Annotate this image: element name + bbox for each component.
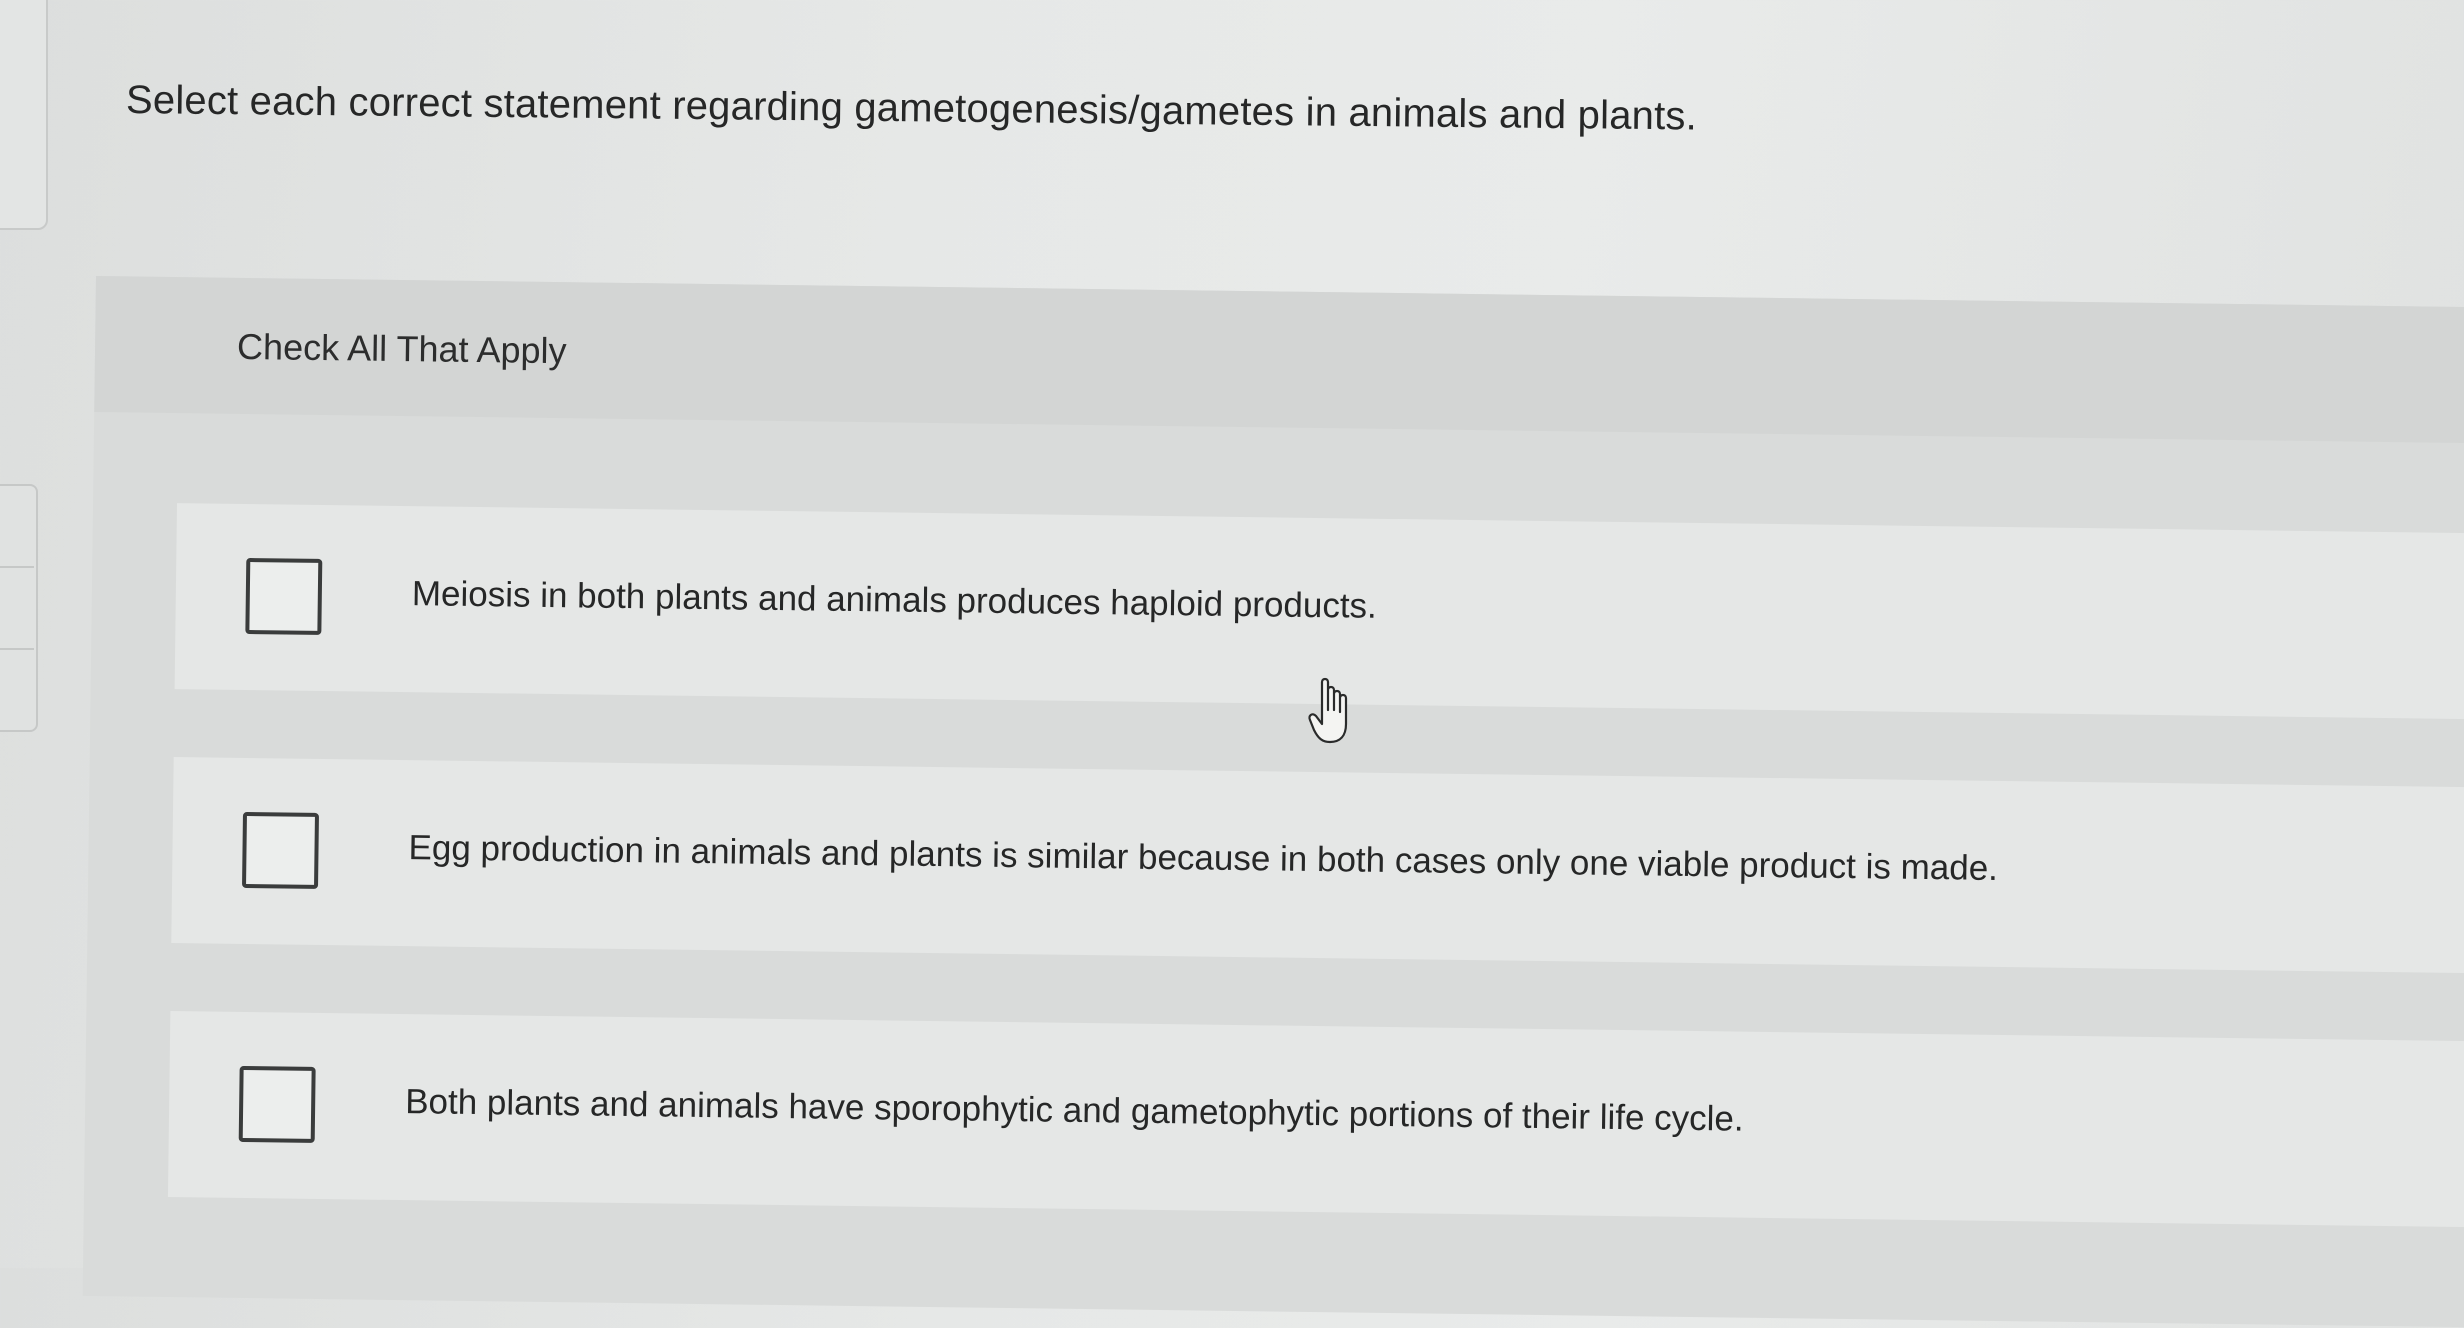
checkbox-option-1[interactable] xyxy=(245,557,323,635)
tab-divider xyxy=(0,566,34,568)
answer-option-2[interactable]: Egg production in animals and plants is … xyxy=(171,757,2464,974)
option-3-text: Both plants and animals have sporophytic… xyxy=(404,1082,1744,1139)
option-1-text: Meiosis in both plants and animals produ… xyxy=(411,574,1378,626)
tab-divider xyxy=(0,648,34,650)
option-2-text: Egg production in animals and plants is … xyxy=(408,828,1999,888)
checkbox-option-2[interactable] xyxy=(242,811,319,889)
panel-header: Check All That Apply xyxy=(94,276,2464,444)
hand-pointer-icon xyxy=(1308,677,1348,744)
left-side-tab-group[interactable] xyxy=(0,484,38,732)
checkbox-option-3[interactable] xyxy=(238,1065,316,1143)
question-prompt: Select each correct statement regarding … xyxy=(125,78,1698,139)
answer-panel: Check All That Apply Meiosis in both pla… xyxy=(82,276,2464,1328)
answer-option-3[interactable]: Both plants and animals have sporophytic… xyxy=(167,1011,2464,1228)
check-all-label: Check All That Apply xyxy=(236,325,567,372)
left-side-tab[interactable] xyxy=(0,0,48,230)
